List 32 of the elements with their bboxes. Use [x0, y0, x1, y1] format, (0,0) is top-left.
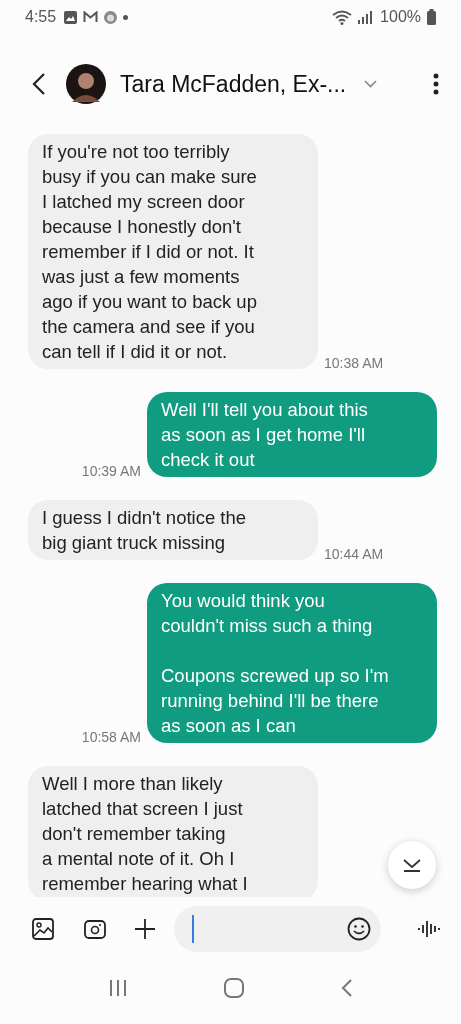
nav-back-icon[interactable]: [340, 978, 353, 997]
scroll-to-bottom-button[interactable]: [388, 841, 436, 889]
signal-icon: [358, 10, 373, 24]
message-time: 10:58 AM: [81, 729, 141, 745]
contact-name[interactable]: Tara McFadden, Ex-...: [120, 70, 347, 98]
home-icon[interactable]: [223, 977, 244, 998]
voice-record-icon[interactable]: [417, 919, 441, 939]
message-time: 10:44 AM: [324, 546, 384, 562]
recent-apps-icon[interactable]: [108, 979, 127, 996]
mail-notification-icon: [83, 11, 99, 23]
more-options-icon[interactable]: [433, 73, 439, 95]
back-icon[interactable]: [32, 72, 46, 96]
camera-icon[interactable]: [84, 919, 106, 939]
avatar[interactable]: [66, 64, 106, 104]
battery-icon: [427, 9, 436, 25]
message-time: 10:39 AM: [81, 463, 141, 479]
received-message-bubble[interactable]: I guess I didn't notice the big giant truck missing: [28, 500, 318, 560]
wifi-icon: [332, 9, 353, 25]
message-time: 10:38 AM: [324, 355, 384, 371]
emoji-icon[interactable]: [347, 917, 371, 941]
gallery-icon[interactable]: [32, 918, 54, 940]
received-message-bubble[interactable]: If you're not too terribly busy if you can make sure I latched my screen door because I honestly don't remember if I did or not. It was just a few moments ago if you want to back up the camera and see if you can tell if I did it or not.: [28, 134, 318, 369]
message-input-field[interactable]: [174, 906, 381, 952]
dot-icon: [123, 14, 129, 20]
status-time: 4:55: [25, 8, 57, 26]
gallery-notification-icon: [64, 10, 78, 24]
face-notification-icon: [104, 10, 118, 24]
battery-percent: 100%: [380, 8, 421, 26]
add-icon[interactable]: [134, 918, 156, 940]
scroll-down-icon: [402, 858, 422, 872]
received-message-bubble[interactable]: Well I more than likely latched that screen I just don't remember taking a mental note of it. Oh I remember hearing what I: [28, 766, 318, 897]
dropdown-caret-icon[interactable]: [364, 80, 378, 88]
